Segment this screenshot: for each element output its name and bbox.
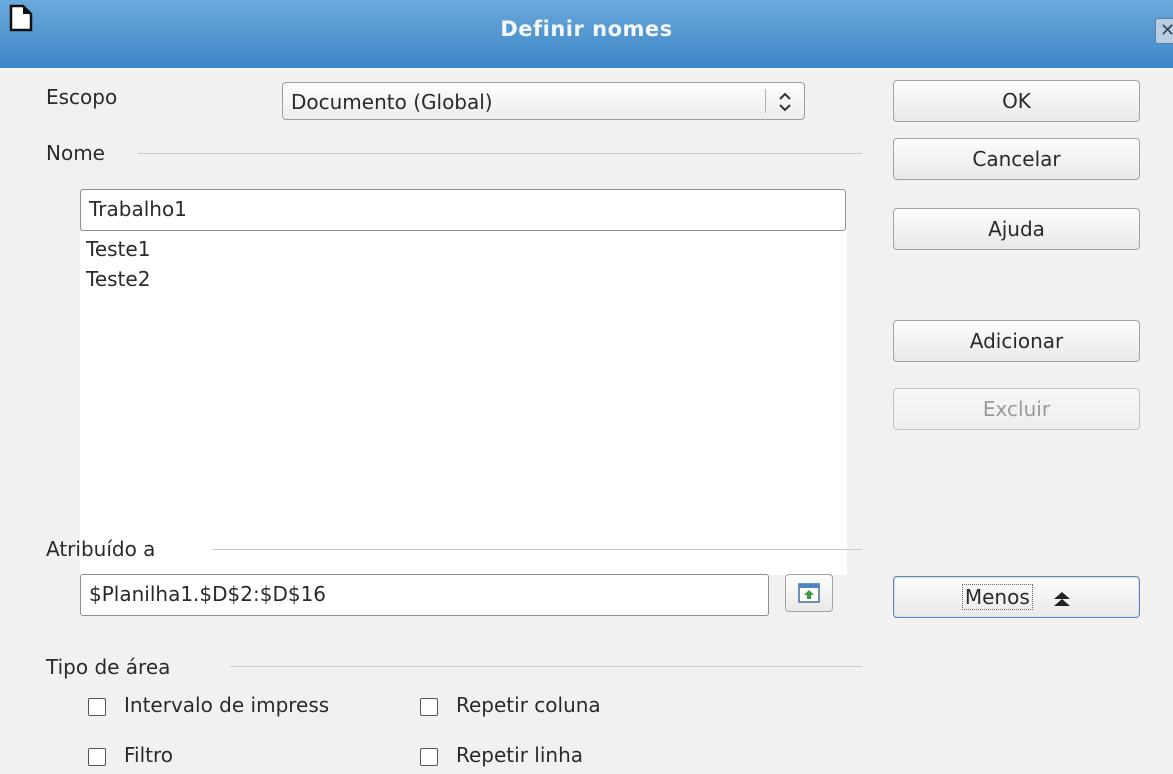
range-input-value: $Planilha1.$D$2:$D$16 (89, 582, 327, 606)
filter-checkbox[interactable] (88, 748, 106, 766)
scope-select-value: Documento (Global) (291, 90, 493, 114)
name-input[interactable]: Trabalho1 (80, 189, 846, 231)
ok-button[interactable]: OK (893, 80, 1140, 122)
print-range-label: Intervalo de impress (124, 693, 330, 717)
shrink-dialog-button[interactable] (785, 574, 833, 612)
chevron-up-double-icon (1054, 591, 1071, 606)
title-bar[interactable]: Definir nomes ✕ (0, 0, 1173, 68)
scope-select[interactable]: Documento (Global) (282, 82, 805, 120)
define-names-dialog: Escopo Documento (Global) Nome Trabalho1… (0, 68, 1173, 774)
delete-button[interactable]: Excluir (893, 388, 1140, 430)
repeat-row-label: Repetir linha (456, 743, 584, 767)
help-button[interactable]: Ajuda (893, 208, 1140, 250)
add-button[interactable]: Adicionar (893, 320, 1140, 362)
repeat-column-checkbox[interactable] (420, 698, 438, 716)
repeat-column-label: Repetir coluna (456, 693, 601, 717)
less-button-label: Menos (961, 584, 1033, 610)
name-separator (138, 153, 862, 154)
scope-label: Escopo (46, 85, 118, 109)
name-section-label: Nome (46, 141, 105, 165)
shrink-icon (798, 583, 820, 603)
names-list[interactable]: Teste1 Teste2 (80, 231, 847, 575)
assigned-to-label: Atribuído a (46, 537, 156, 561)
print-range-checkbox[interactable] (88, 698, 106, 716)
range-input[interactable]: $Planilha1.$D$2:$D$16 (80, 574, 769, 616)
name-input-value: Trabalho1 (89, 197, 187, 221)
repeat-row-checkbox[interactable] (420, 748, 438, 766)
list-item[interactable]: Teste2 (86, 267, 150, 291)
select-divider (765, 89, 766, 113)
window-title: Definir nomes (500, 17, 673, 41)
list-item[interactable]: Teste1 (86, 237, 150, 261)
close-icon[interactable]: ✕ (1155, 18, 1173, 44)
area-type-label: Tipo de área (46, 655, 171, 679)
chevron-up-down-icon (779, 92, 791, 112)
assigned-separator (212, 549, 862, 550)
area-type-separator (230, 666, 862, 667)
cancel-button[interactable]: Cancelar (893, 138, 1140, 180)
less-button[interactable]: Menos (893, 576, 1140, 618)
filter-label: Filtro (124, 743, 174, 767)
